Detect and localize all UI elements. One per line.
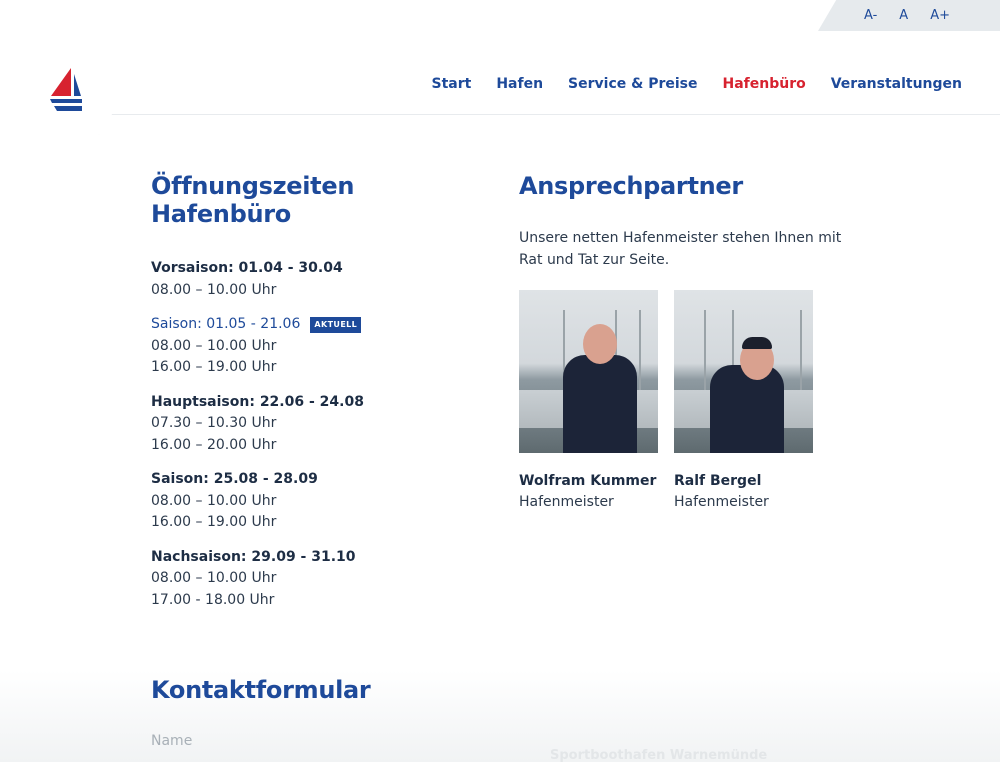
season-title: Nachsaison: 29.09 - 31.10 bbox=[151, 548, 356, 565]
name-field-label[interactable]: Name bbox=[151, 733, 192, 749]
current-badge: AKTUELL bbox=[310, 316, 362, 333]
season-title: Vorsaison: 01.04 - 30.04 bbox=[151, 260, 343, 276]
person-card: Wolfram Kummer Hafenmeister bbox=[519, 290, 658, 510]
season-block: Saison: 25.08 - 28.09 08.00 – 10.00 Uhr … bbox=[151, 469, 481, 534]
season-title: Saison: 25.08 - 28.09 bbox=[151, 471, 318, 487]
opening-hours-title: Öffnungszeiten Hafenbüro bbox=[151, 172, 355, 228]
season-title: Hauptsaison: 22.06 - 24.08 bbox=[151, 393, 364, 410]
season-time: 08.00 – 10.00 Uhr bbox=[151, 281, 277, 298]
font-normal-button[interactable]: A bbox=[899, 8, 908, 23]
footer-background bbox=[0, 670, 1000, 762]
season-time: 16.00 – 20.00 Uhr bbox=[151, 436, 277, 453]
nav-start[interactable]: Start bbox=[432, 76, 472, 92]
person-photo bbox=[519, 290, 658, 453]
season-title: Saison: 01.05 - 21.06 bbox=[151, 316, 301, 332]
sailboat-logo-icon[interactable] bbox=[48, 66, 84, 116]
contact-form-title: Kontaktformular bbox=[151, 676, 371, 704]
nav-service-preise[interactable]: Service & Preise bbox=[568, 76, 697, 92]
person-name: Wolfram Kummer bbox=[519, 473, 657, 489]
opening-hours-section: Öffnungszeiten Hafenbüro Vorsaison: 01.0… bbox=[151, 172, 481, 624]
person-role: Hafenmeister bbox=[519, 494, 614, 510]
season-time: 08.00 – 10.00 Uhr bbox=[151, 492, 277, 509]
nav-veranstaltungen[interactable]: Veranstaltungen bbox=[831, 76, 962, 92]
font-larger-button[interactable]: A+ bbox=[930, 8, 950, 23]
contacts-section: Ansprechpartner Unsere netten Hafenmeist… bbox=[519, 172, 859, 510]
season-time: 08.00 – 10.00 Uhr bbox=[151, 337, 277, 354]
season-block-current: Saison: 01.05 - 21.06 AKTUELL 08.00 – 10… bbox=[151, 314, 481, 379]
footer-ghost-text: Sportboothafen Warnemünde bbox=[550, 748, 768, 762]
season-time: 16.00 – 19.00 Uhr bbox=[151, 359, 277, 375]
person-name: Ralf Bergel bbox=[674, 473, 762, 489]
person-card: Ralf Bergel Hafenmeister bbox=[674, 290, 813, 510]
person-role: Hafenmeister bbox=[674, 494, 769, 510]
nav-hafen[interactable]: Hafen bbox=[496, 76, 543, 92]
season-block: Vorsaison: 01.04 - 30.04 08.00 – 10.00 U… bbox=[151, 258, 481, 301]
contacts-title: Ansprechpartner bbox=[519, 172, 743, 200]
season-title-row: Saison: 01.05 - 21.06 AKTUELL bbox=[151, 314, 481, 336]
season-time: 08.00 – 10.00 Uhr bbox=[151, 570, 277, 586]
season-time: 17.00 - 18.00 Uhr bbox=[151, 591, 275, 608]
site-header bbox=[0, 31, 1000, 115]
season-time: 16.00 – 19.00 Uhr bbox=[151, 514, 277, 530]
font-size-controls: A- A A+ bbox=[818, 0, 1000, 31]
font-smaller-button[interactable]: A- bbox=[864, 8, 877, 23]
season-block: Hauptsaison: 22.06 - 24.08 07.30 – 10.30… bbox=[151, 392, 481, 457]
season-time: 07.30 – 10.30 Uhr bbox=[151, 415, 277, 431]
season-block: Nachsaison: 29.09 - 31.10 08.00 – 10.00 … bbox=[151, 547, 481, 612]
people-list: Wolfram Kummer Hafenmeister Ralf Bergel … bbox=[519, 290, 859, 510]
contacts-intro: Unsere netten Hafenmeister stehen Ihnen … bbox=[519, 230, 842, 268]
person-photo bbox=[674, 290, 813, 453]
nav-hafenbuero[interactable]: Hafenbüro bbox=[723, 76, 806, 92]
contact-form: Kontaktformular Name bbox=[151, 676, 371, 749]
main-navigation: Start Hafen Service & Preise Hafenbüro V… bbox=[432, 76, 963, 92]
